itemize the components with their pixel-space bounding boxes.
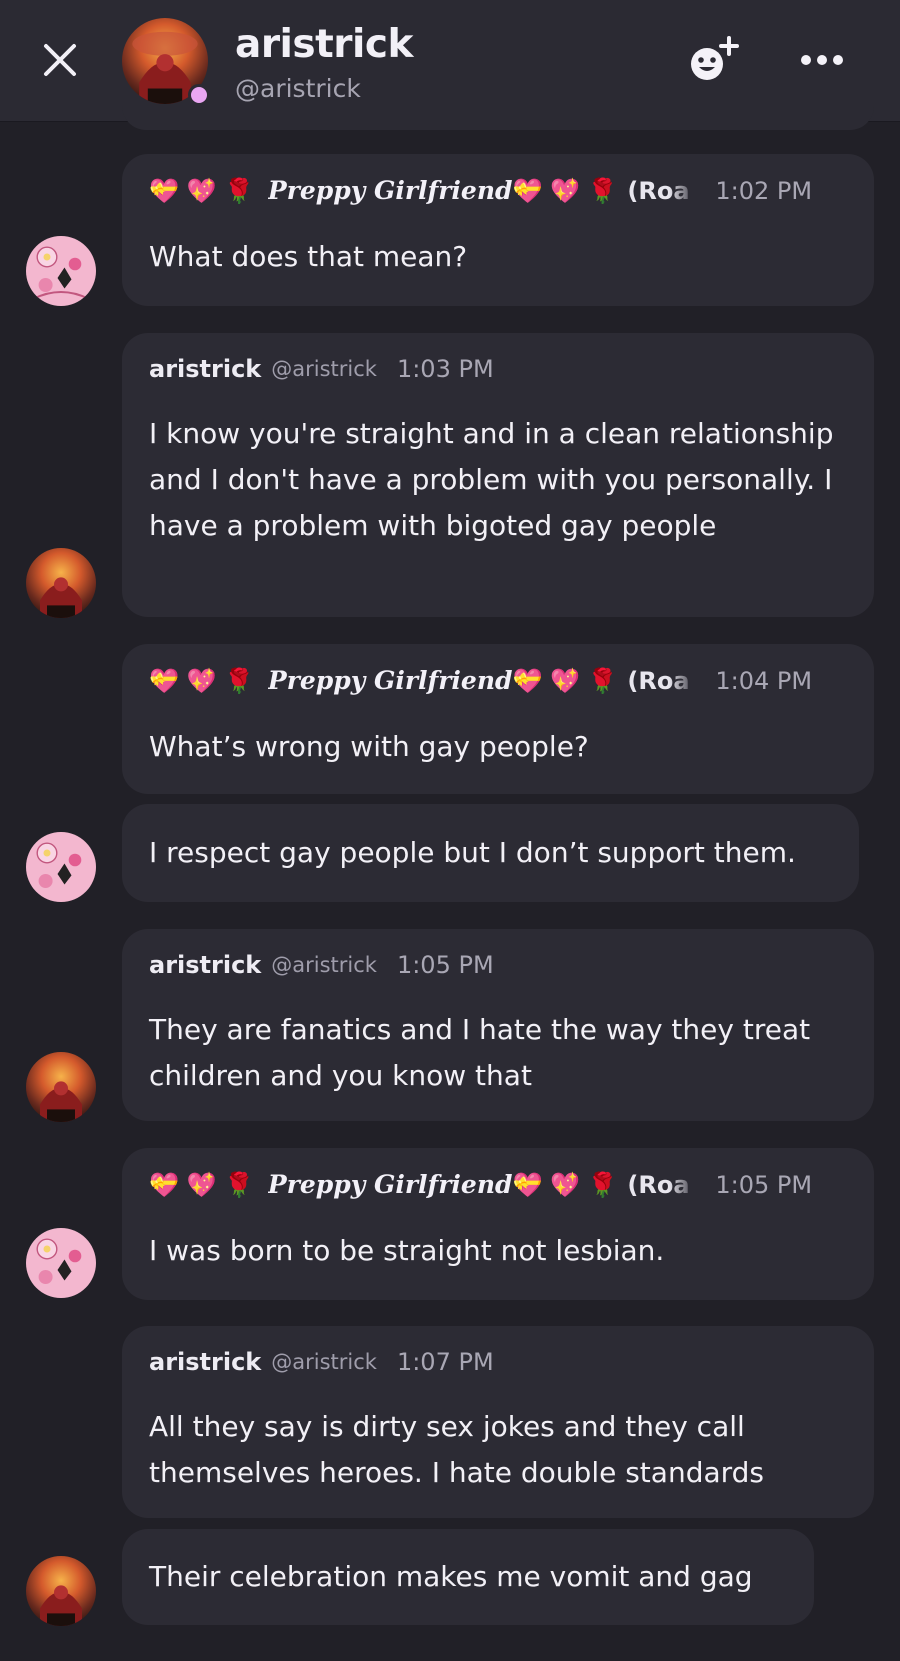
message-author[interactable]: Preppy Girlfriend — [268, 666, 513, 695]
close-icon — [44, 44, 76, 76]
add-friend-icon — [691, 36, 739, 80]
message-handle: @aristrick — [271, 953, 377, 977]
message-text: I know you're straight and in a clean re… — [149, 417, 834, 542]
message-bubble[interactable]: I respect gay people but I don’t support… — [122, 804, 859, 902]
online-status-dot — [188, 84, 210, 106]
message-meta: aristrick @aristrick 1:03 PM — [149, 355, 850, 383]
message-meta: 💝 💖 🌹 Preppy Girlfriend 💝 💖 🌹 (Roa 1:04 … — [149, 666, 850, 695]
more-icon — [801, 55, 843, 65]
message-bubble[interactable]: 💝 💖 🌹 Preppy Girlfriend 💝 💖 🌹 (Roa 1:02 … — [122, 154, 874, 306]
message-time: 1:04 PM — [715, 666, 813, 695]
avatar-preppy-girlfriend[interactable] — [26, 1228, 96, 1298]
message-bubble[interactable]: Their celebration makes me vomit and gag — [122, 1529, 814, 1625]
add-friend-button[interactable] — [685, 34, 749, 90]
message-time: 1:07 PM — [396, 1348, 494, 1376]
avatar-aristrick[interactable] — [26, 1052, 96, 1122]
avatar-aristrick[interactable] — [26, 1556, 96, 1626]
message-meta: 💝 💖 🌹 Preppy Girlfriend 💝 💖 🌹 (Roa 1:02 … — [149, 176, 850, 205]
author-extra: (Roa — [627, 1170, 690, 1199]
author-emoji-suffix: 💝 💖 🌹 — [512, 666, 618, 695]
author-emoji-prefix: 💝 💖 🌹 — [149, 1170, 254, 1199]
message-text: Their celebration makes me vomit and gag — [149, 1560, 753, 1593]
message-handle: @aristrick — [271, 357, 377, 381]
message-author[interactable]: Preppy Girlfriend — [268, 1170, 513, 1199]
message-bubble[interactable]: aristrick @aristrick 1:05 PM They are fa… — [122, 929, 874, 1121]
header-username: aristrick — [235, 22, 413, 67]
message-author[interactable]: aristrick — [149, 1348, 261, 1376]
author-emoji-suffix: 💝 💖 🌹 — [512, 176, 618, 205]
message-handle: @aristrick — [271, 1350, 377, 1374]
previous-message-bubble — [122, 105, 874, 130]
author-emoji-suffix: 💝 💖 🌹 — [512, 1170, 618, 1199]
chat-header: aristrick @aristrick — [0, 0, 900, 122]
message-text: What’s wrong with gay people? — [149, 730, 589, 763]
close-button[interactable] — [40, 40, 80, 80]
author-extra: (Roa — [627, 176, 690, 205]
avatar-preppy-girlfriend[interactable] — [26, 832, 96, 902]
header-handle: @aristrick — [235, 74, 361, 103]
message-time: 1:03 PM — [396, 355, 494, 383]
message-bubble[interactable]: 💝 💖 🌹 Preppy Girlfriend 💝 💖 🌹 (Roa 1:05 … — [122, 1148, 874, 1300]
message-meta: 💝 💖 🌹 Preppy Girlfriend 💝 💖 🌹 (Roa 1:05 … — [149, 1170, 850, 1199]
message-bubble[interactable]: 💝 💖 🌹 Preppy Girlfriend 💝 💖 🌹 (Roa 1:04 … — [122, 644, 874, 794]
author-extra: (Roa — [627, 666, 690, 695]
message-meta: aristrick @aristrick 1:07 PM — [149, 1348, 850, 1376]
message-author[interactable]: aristrick — [149, 355, 261, 383]
message-time: 1:05 PM — [396, 951, 494, 979]
message-author[interactable]: Preppy Girlfriend — [268, 176, 513, 205]
author-emoji-prefix: 💝 💖 🌹 — [149, 666, 254, 695]
message-text: They are fanatics and I hate the way the… — [149, 1013, 811, 1092]
author-emoji-prefix: 💝 💖 🌹 — [149, 176, 254, 205]
avatar-aristrick[interactable] — [26, 548, 96, 618]
message-text: I respect gay people but I don’t support… — [149, 836, 796, 869]
message-time: 1:05 PM — [715, 1170, 813, 1199]
message-text: I was born to be straight not lesbian. — [149, 1234, 665, 1267]
message-bubble[interactable]: aristrick @aristrick 1:07 PM All they sa… — [122, 1326, 874, 1518]
avatar-preppy-girlfriend[interactable] — [26, 236, 96, 306]
message-text: All they say is dirty sex jokes and they… — [149, 1410, 765, 1489]
message-author[interactable]: aristrick — [149, 951, 261, 979]
message-bubble[interactable]: aristrick @aristrick 1:03 PM I know you'… — [122, 333, 874, 617]
message-time: 1:02 PM — [715, 176, 813, 205]
more-options-button[interactable] — [798, 40, 846, 80]
message-text: What does that mean? — [149, 240, 468, 273]
message-meta: aristrick @aristrick 1:05 PM — [149, 951, 850, 979]
